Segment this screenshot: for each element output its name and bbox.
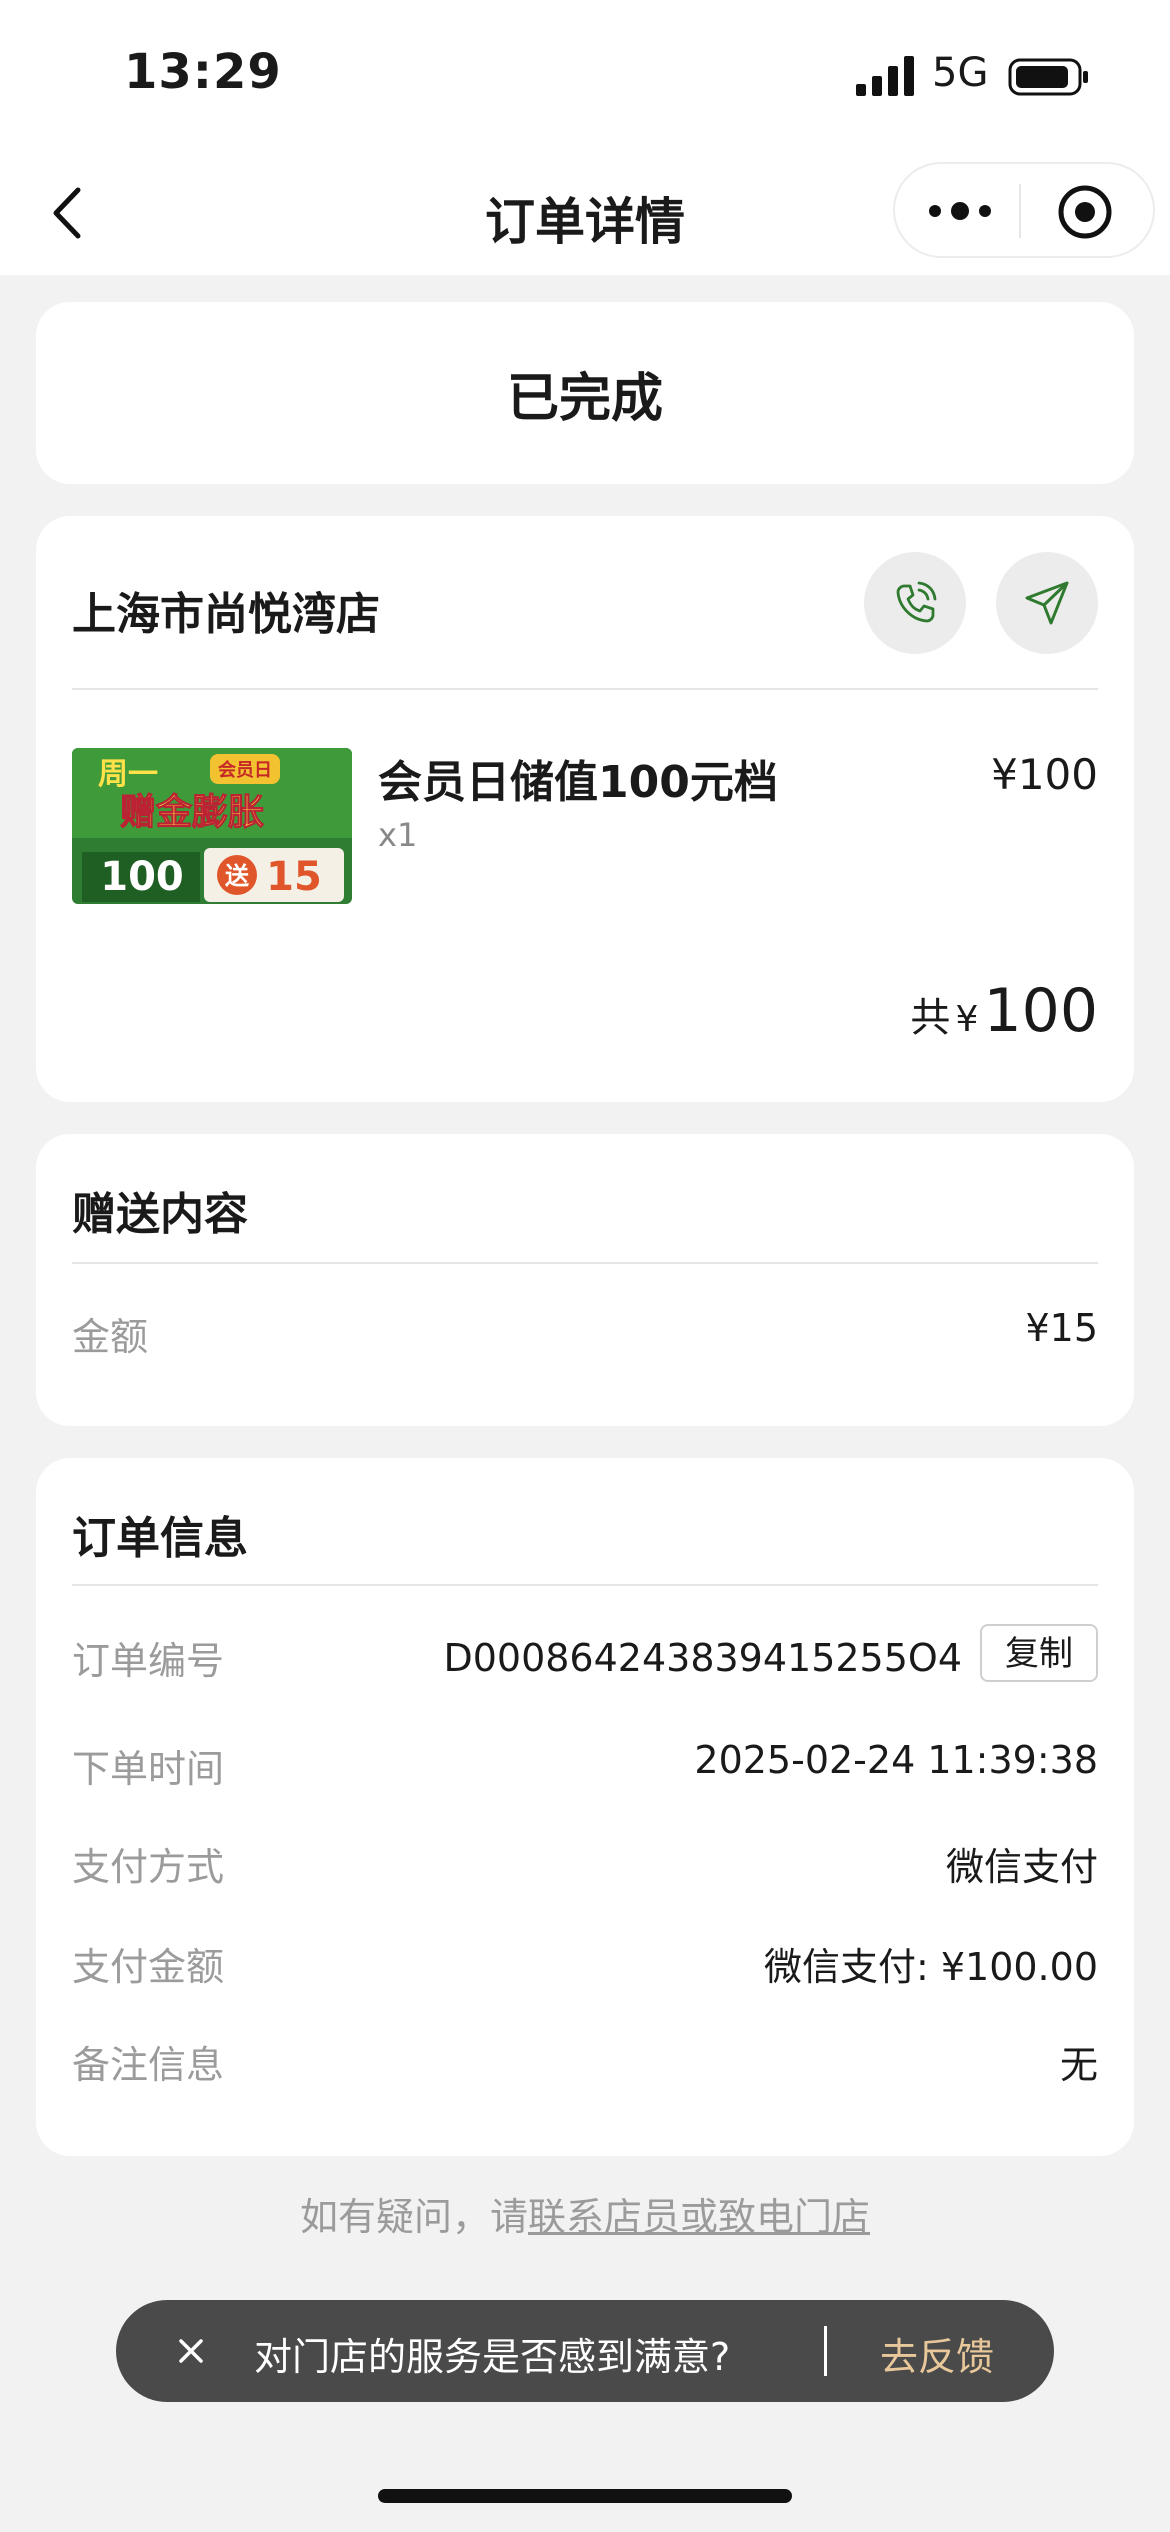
product-price: ¥100 (991, 750, 1098, 799)
pay-method-label: 支付方式 (72, 1845, 225, 1889)
store-card: 上海市尚悦湾店 周一 会员日 赠金膨胀 100 送 15 会员日储值100元档 … (36, 516, 1134, 1102)
battery-icon (1008, 58, 1088, 96)
feedback-button[interactable]: 去反馈 (880, 2326, 994, 2381)
status-time: 13:29 (124, 44, 282, 100)
promo-left: 100 (100, 854, 184, 900)
pay-amount-value: 微信支付: ¥100.00 (763, 1945, 1098, 1989)
order-time-label: 下单时间 (72, 1747, 225, 1791)
store-divider (72, 688, 1098, 690)
remark-value: 无 (1059, 2043, 1098, 2087)
target-close-icon[interactable] (1055, 182, 1115, 242)
signal-icon (856, 56, 914, 96)
promo-right-prefix: 送 (225, 862, 250, 890)
pay-amount-label: 支付金额 (72, 1945, 225, 1989)
toast-divider (824, 2326, 827, 2376)
order-status-card: 已完成 (36, 302, 1134, 484)
pay-method-row: 支付方式 微信支付 (72, 1836, 1098, 1896)
pay-method-value: 微信支付 (945, 1845, 1098, 1889)
promo-line1: 周一 (98, 757, 158, 792)
promo-badge: 会员日 (218, 759, 272, 781)
contact-store-link[interactable]: 联系店员或致电门店 (528, 2195, 870, 2239)
navigate-store-button[interactable] (996, 552, 1098, 654)
total-label: 共 (910, 995, 951, 1041)
product-quantity: x1 (378, 816, 418, 854)
promo-right-num: 15 (266, 854, 322, 900)
more-dots-icon[interactable] (925, 184, 995, 238)
remark-row: 备注信息 无 (72, 2034, 1098, 2094)
product-name: 会员日储值100元档 (378, 757, 778, 808)
pay-amount-row: 支付金额 微信支付: ¥100.00 (72, 1936, 1098, 1996)
product-image: 周一 会员日 赠金膨胀 100 送 15 (72, 748, 352, 904)
order-number-value: D000864243839415255O4 (443, 1636, 962, 1680)
capsule-divider (1019, 184, 1021, 238)
remark-label: 备注信息 (72, 2043, 225, 2087)
order-time-value: 2025-02-24 11:39:38 (694, 1738, 1098, 1782)
status-bar: 13:29 5G (0, 0, 1170, 150)
help-text: 如有疑问，请联系店员或致电门店 (0, 2186, 1170, 2241)
gift-amount-value: ¥15 (1025, 1306, 1098, 1350)
gift-amount-label: 金额 (72, 1315, 149, 1359)
network-type: 5G (932, 50, 989, 96)
promo-banner-image: 周一 会员日 赠金膨胀 100 送 15 (72, 748, 352, 904)
order-status: 已完成 (506, 369, 663, 429)
copy-button[interactable]: 复制 (980, 1624, 1098, 1682)
order-info-title: 订单信息 (72, 1513, 248, 1564)
gift-card: 赠送内容 金额 ¥15 (36, 1134, 1134, 1426)
order-total: 共 ¥ 100 (910, 976, 1098, 1046)
feedback-question: 对门店的服务是否感到满意? (254, 2335, 731, 2379)
order-time-row: 下单时间 2025-02-24 11:39:38 (72, 1738, 1098, 1798)
close-icon[interactable] (164, 2324, 218, 2378)
nav-bar: 订单详情 (0, 150, 1170, 275)
gift-divider (72, 1262, 1098, 1264)
order-info-divider (72, 1584, 1098, 1586)
order-number-label: 订单编号 (72, 1639, 225, 1683)
gift-amount-row: 金额 ¥15 (72, 1306, 1098, 1366)
store-name: 上海市尚悦湾店 (72, 589, 380, 640)
mini-program-capsule (893, 162, 1155, 258)
home-indicator[interactable] (378, 2489, 792, 2503)
total-amount: 100 (983, 976, 1098, 1046)
call-store-button[interactable] (864, 552, 966, 654)
navigation-arrow-icon (1025, 581, 1069, 625)
help-prefix: 如有疑问，请 (299, 2195, 528, 2239)
order-number-row: 订单编号 D000864243839415255O4 复制 (72, 1624, 1098, 1690)
total-currency: ¥ (955, 999, 979, 1040)
feedback-toast: 对门店的服务是否感到满意? 去反馈 (116, 2300, 1054, 2402)
phone-icon (896, 581, 937, 623)
gift-title: 赠送内容 (72, 1189, 248, 1240)
order-info-card: 订单信息 订单编号 D000864243839415255O4 复制 下单时间 … (36, 1458, 1134, 2156)
promo-line2: 赠金膨胀 (120, 791, 264, 833)
